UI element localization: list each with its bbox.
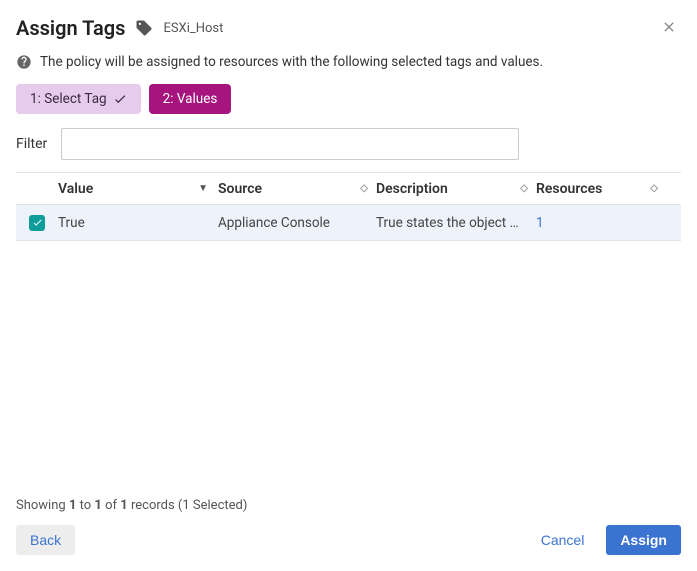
col-description[interactable]: Description ◇ bbox=[376, 181, 536, 197]
step-values[interactable]: 2: Values bbox=[149, 84, 232, 114]
sort-icon: ◇ bbox=[650, 183, 656, 194]
wizard-steps: 1: Select Tag 2: Values bbox=[16, 84, 681, 114]
step1-label: 1: Select Tag bbox=[30, 91, 107, 107]
sort-icon: ◇ bbox=[360, 183, 366, 194]
assign-tags-dialog: Assign Tags ESXi_Host The policy will be… bbox=[0, 0, 697, 571]
close-icon bbox=[661, 19, 677, 35]
selected-tag-name: ESXi_Host bbox=[163, 21, 223, 36]
cell-resources[interactable]: 1 bbox=[536, 215, 666, 231]
help-icon bbox=[16, 54, 32, 70]
filter-row: Filter bbox=[16, 128, 681, 160]
col-source[interactable]: Source ◇ bbox=[218, 181, 376, 197]
filter-label: Filter bbox=[16, 136, 47, 152]
sort-desc-icon: ▼ bbox=[198, 183, 208, 194]
row-checkbox-cell bbox=[16, 215, 58, 231]
close-button[interactable] bbox=[657, 14, 681, 42]
sort-icon: ◇ bbox=[520, 183, 526, 194]
filter-input[interactable] bbox=[61, 128, 519, 160]
dialog-title: Assign Tags bbox=[16, 16, 125, 40]
back-button[interactable]: Back bbox=[16, 525, 75, 555]
table-header: Value ▼ Source ◇ Description ◇ Resources… bbox=[16, 173, 681, 205]
cell-description: True states the object … bbox=[376, 215, 536, 231]
assign-button[interactable]: Assign bbox=[606, 525, 681, 555]
step2-label: 2: Values bbox=[163, 91, 218, 107]
col-value[interactable]: Value ▼ bbox=[58, 181, 218, 197]
cell-value: True bbox=[58, 215, 218, 231]
check-icon bbox=[113, 92, 127, 106]
table-row[interactable]: True Appliance Console True states the o… bbox=[16, 205, 681, 241]
cancel-button[interactable]: Cancel bbox=[527, 525, 599, 555]
status-line: Showing 1 to 1 of 1 records (1 Selected) bbox=[16, 498, 681, 513]
tag-icon bbox=[135, 19, 153, 37]
row-checkbox[interactable] bbox=[29, 215, 45, 231]
dialog-header: Assign Tags ESXi_Host bbox=[16, 14, 681, 42]
step-select-tag[interactable]: 1: Select Tag bbox=[16, 84, 141, 114]
cell-source: Appliance Console bbox=[218, 215, 376, 231]
dialog-footer: Back Cancel Assign bbox=[16, 525, 681, 571]
values-table: Value ▼ Source ◇ Description ◇ Resources… bbox=[16, 172, 681, 241]
col-resources[interactable]: Resources ◇ bbox=[536, 181, 666, 197]
checkmark-icon bbox=[32, 217, 43, 228]
hint-text: The policy will be assigned to resources… bbox=[40, 54, 543, 70]
hint-row: The policy will be assigned to resources… bbox=[16, 54, 681, 70]
